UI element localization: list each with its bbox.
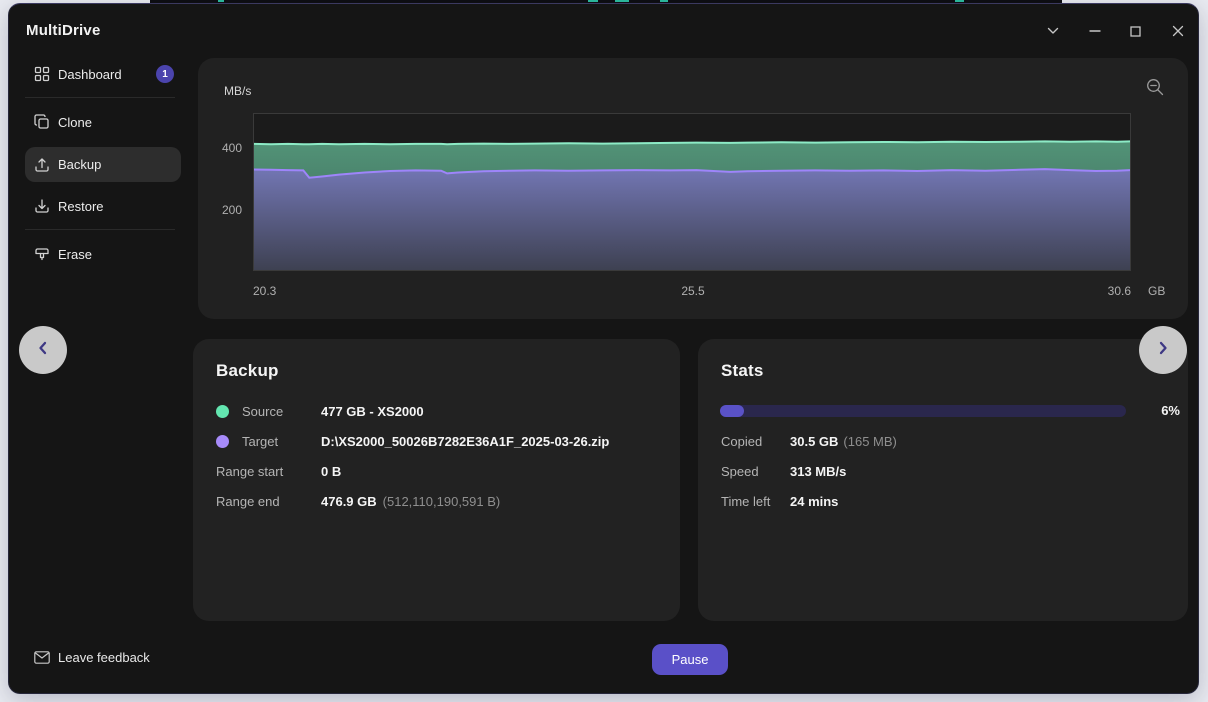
range-start-value: 0 B [321, 463, 342, 479]
sidebar-divider [25, 97, 175, 98]
backup-upload-icon [34, 157, 50, 173]
app-title: MultiDrive [26, 22, 101, 39]
dashboard-badge: 1 [156, 65, 174, 83]
zoom-out-icon [1146, 78, 1165, 102]
speed-chart-card: MB/s 400 200 20.3 25.5 30.6 GB [198, 58, 1188, 319]
backup-panel: Backup Source 477 GB - XS2000 Target D:\… [193, 339, 680, 621]
sidebar-item-label: Restore [58, 198, 104, 214]
sidebar-item-backup[interactable]: Backup [25, 147, 181, 182]
x-tick-mid: 25.5 [681, 284, 705, 298]
speed-label: Speed [721, 463, 759, 479]
sidebar-divider [25, 229, 175, 230]
leave-feedback-label: Leave feedback [58, 650, 150, 665]
range-start-label: Range start [216, 463, 284, 479]
maximize-button[interactable] [1122, 18, 1148, 44]
leave-feedback-link[interactable]: Leave feedback [34, 650, 150, 665]
time-left-value: 24 mins [790, 493, 839, 509]
copied-label: Copied [721, 433, 763, 449]
x-tick-start: 20.3 [253, 284, 277, 298]
progress-fill [720, 405, 745, 417]
background-pixel-artifact [660, 0, 668, 2]
range-end-label: Range end [216, 493, 280, 509]
x-axis-unit-label: GB [1148, 284, 1166, 298]
sidebar-item-dashboard[interactable]: Dashboard 1 [25, 57, 181, 91]
background-pixel-artifact [218, 0, 224, 2]
background-pixel-artifact [615, 0, 629, 2]
sidebar-item-label: Erase [58, 246, 92, 262]
range-end-value: 476.9 GB (512,110,190,591 B) [321, 493, 501, 509]
background-pixel-artifact [588, 0, 598, 2]
y-tick-400: 400 [221, 141, 242, 155]
minimize-button[interactable] [1082, 18, 1108, 44]
range-start-row: Range start 0 B [216, 456, 664, 486]
stats-panel-title: Stats [721, 361, 764, 380]
close-icon [1172, 25, 1184, 37]
copied-value: 30.5 GB (165 MB) [790, 433, 897, 449]
sidebar-item-label: Clone [58, 114, 92, 130]
chevron-left-icon [36, 341, 50, 360]
background-pixel-artifact [955, 0, 964, 2]
chevron-right-icon [1156, 341, 1170, 360]
source-dot [216, 404, 229, 418]
dashboard-grid-icon [34, 66, 50, 82]
minimize-icon [1089, 30, 1101, 32]
copied-note: (165 MB) [843, 433, 897, 449]
next-page-button[interactable] [1139, 326, 1187, 374]
pause-button[interactable]: Pause [652, 644, 728, 675]
target-row: Target D:\XS2000_50026B7282E36A1F_2025-0… [216, 426, 664, 456]
source-value: 477 GB - XS2000 [321, 403, 424, 419]
x-tick-end: 30.6 [1107, 284, 1131, 298]
backup-panel-title: Backup [216, 361, 279, 380]
maximize-icon [1129, 25, 1141, 37]
target-dot [216, 434, 229, 448]
speed-row: Speed 313 MB/s [721, 456, 1172, 486]
sidebar-item-label: Dashboard [58, 66, 122, 82]
y-axis-unit-label: MB/s [224, 84, 252, 98]
sidebar-item-restore[interactable]: Restore [25, 189, 181, 223]
stats-panel: Stats 6% Copied 30.5 GB (165 MB) Speed 31… [698, 339, 1188, 621]
copied-row: Copied 30.5 GB (165 MB) [721, 426, 1172, 456]
time-left-row: Time left 24 mins [721, 486, 1172, 516]
sidebar-item-erase[interactable]: Erase [25, 237, 181, 271]
zoom-out-button[interactable] [1143, 78, 1167, 102]
progress-bar [720, 405, 1126, 417]
prev-page-button[interactable] [19, 326, 67, 374]
range-end-bytes-note: (512,110,190,591 B) [382, 493, 501, 509]
target-label: Target [242, 433, 279, 449]
y-tick-200: 200 [221, 203, 242, 217]
source-label: Source [242, 403, 284, 419]
target-value: D:\XS2000_50026B7282E36A1F_2025-03-26.zi… [321, 433, 610, 449]
source-row: Source 477 GB - XS2000 [216, 396, 664, 426]
speed-area-chart [253, 113, 1131, 271]
chevron-down-icon [1047, 27, 1059, 35]
close-button[interactable] [1165, 18, 1191, 44]
speed-value: 313 MB/s [790, 463, 847, 479]
erase-wiper-icon [34, 246, 50, 262]
time-left-label: Time left [721, 493, 771, 509]
sidebar-item-clone[interactable]: Clone [25, 105, 181, 139]
clone-copy-icon [34, 114, 50, 130]
sidebar-item-label: Backup [58, 157, 102, 172]
envelope-icon [34, 651, 50, 664]
app-window: MultiDrive Dashboard 1 Clone Backup Rest… [8, 3, 1199, 694]
speed-chart-svg [254, 140, 1130, 270]
range-end-row: Range end 476.9 GB (512,110,190,591 B) [216, 486, 664, 516]
restore-download-icon [34, 198, 50, 214]
collapse-window-button[interactable] [1040, 18, 1066, 44]
progress-percent-label: 6% [1161, 403, 1180, 418]
